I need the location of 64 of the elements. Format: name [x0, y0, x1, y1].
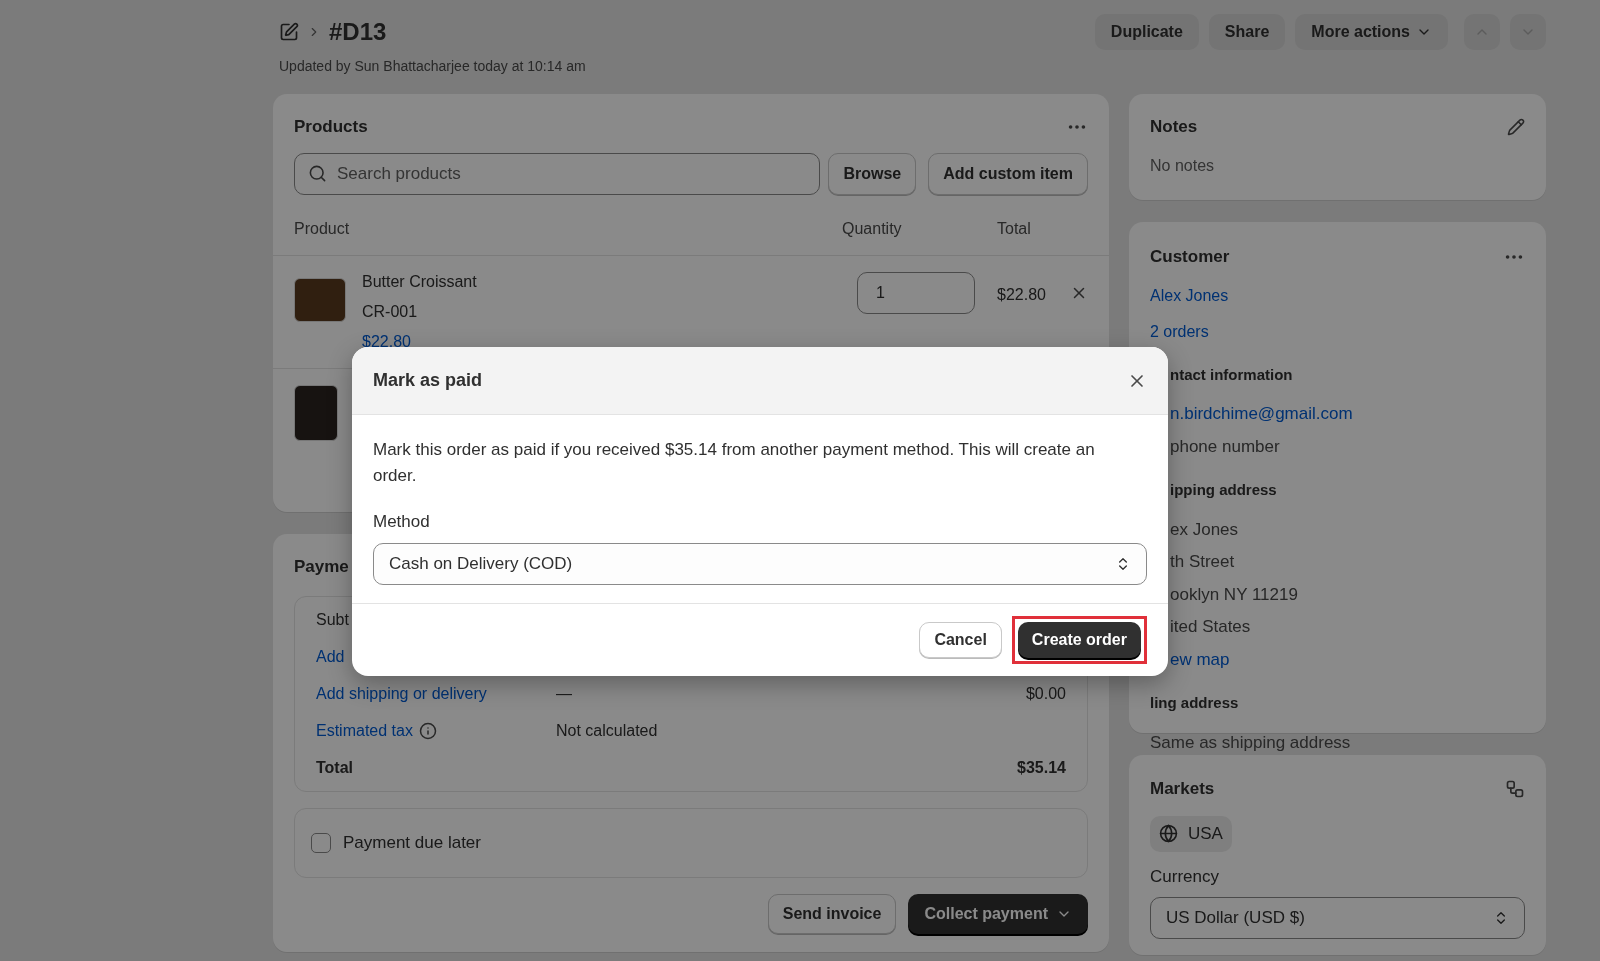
- customer-name-link[interactable]: Alex Jones: [1150, 283, 1525, 308]
- card-title: Payme: [294, 556, 349, 578]
- line-total: $22.80: [997, 284, 1046, 305]
- orders-link[interactable]: 2 orders: [1150, 319, 1525, 344]
- customer-detail: th Street: [1170, 551, 1236, 573]
- method-select[interactable]: Cash on Delivery (COD): [373, 542, 1147, 585]
- column-header: Product: [294, 218, 351, 239]
- summary-link[interactable]: Add shipping or delivery: [316, 681, 487, 706]
- section-heading: ntact information: [1170, 364, 1294, 385]
- field-label: Currency: [1150, 865, 1220, 888]
- summary-link[interactable]: Add: [316, 644, 345, 669]
- customer-detail: ex Jones: [1170, 518, 1240, 541]
- search-icon: [308, 163, 327, 183]
- section-heading: ipping address: [1170, 480, 1278, 500]
- pencil-icon[interactable]: [1507, 117, 1525, 136]
- currency-select[interactable]: US Dollar (USD $): [1150, 897, 1525, 939]
- customer-detail: ited States: [1170, 616, 1252, 638]
- card-title: Customer: [1150, 246, 1230, 268]
- column-header: Quantity: [842, 218, 903, 239]
- header-action-button[interactable]: More actions: [1295, 14, 1448, 50]
- card-title: Products: [294, 116, 368, 138]
- product-photo-placeholder: [294, 384, 338, 441]
- create-order-button[interactable]: Create order: [1017, 621, 1141, 658]
- customer-detail: Same as shipping address: [1150, 731, 1352, 754]
- field-label: Method: [373, 511, 431, 533]
- edit-order-icon: [279, 22, 299, 42]
- checkbox[interactable]: [311, 832, 331, 853]
- summary-label: Total: [316, 757, 354, 778]
- card-title: Notes: [1150, 116, 1198, 138]
- customer-detail: ooklyn NY 11219: [1170, 583, 1299, 606]
- cancel-button[interactable]: Cancel: [919, 621, 1002, 658]
- header-action-button[interactable]: Duplicate: [1094, 14, 1199, 50]
- product-photo-placeholder: [294, 277, 346, 322]
- card-title: Markets: [1150, 778, 1215, 800]
- updated-by-text: Updated by Sun Bhattacharjee today at 10:14 am: [279, 57, 586, 76]
- globe-icon: [1159, 824, 1178, 843]
- checkbox-label: Payment due later: [343, 831, 481, 854]
- section-heading: ling address: [1150, 693, 1240, 713]
- market-tag: USA: [1150, 815, 1232, 852]
- summary-amount: $35.14: [1017, 757, 1066, 778]
- product-name: Butter Croissant: [362, 271, 478, 292]
- quantity-field[interactable]: 1: [857, 271, 976, 314]
- product-sku: CR-001: [362, 301, 419, 322]
- summary-label: Subt: [316, 609, 349, 630]
- summary-amount: $0.00: [1025, 683, 1066, 704]
- customer-detail: phone number: [1170, 435, 1281, 458]
- modal-title: Mark as paid: [373, 369, 483, 392]
- page-title: #D13: [329, 17, 387, 47]
- notes-text: No notes: [1150, 155, 1216, 176]
- customer-link[interactable]: ew map: [1170, 646, 1525, 672]
- action-button[interactable]: Add custom item: [928, 152, 1088, 195]
- summary-link[interactable]: Estimated tax: [316, 718, 413, 743]
- header-action-button[interactable]: Share: [1208, 14, 1286, 50]
- action-button[interactable]: Browse: [828, 152, 917, 195]
- info-icon[interactable]: [418, 721, 437, 740]
- summary-value: Not calculated: [556, 720, 658, 741]
- customer-link[interactable]: n.birdchime@gmail.com: [1170, 401, 1525, 427]
- search-field[interactable]: Search products: [294, 152, 821, 195]
- connected-nodes-icon[interactable]: [1505, 778, 1525, 799]
- column-header: Total: [997, 218, 1032, 239]
- action-button[interactable]: Send invoice: [767, 893, 897, 934]
- modal-message: Mark this order as paid if you received $35.14 from another payment method. This will create an order.: [373, 439, 1096, 487]
- collect-payment-button[interactable]: Collect payment: [908, 893, 1088, 934]
- summary-value: —: [556, 683, 572, 704]
